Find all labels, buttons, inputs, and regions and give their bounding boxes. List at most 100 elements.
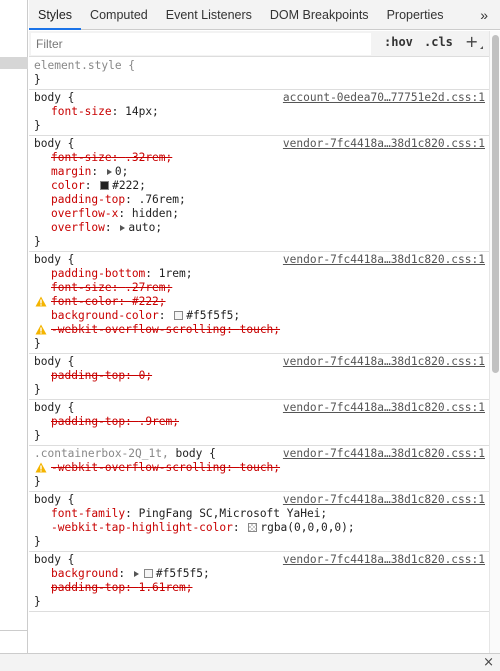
tab-event-listeners[interactable]: Event Listeners (157, 0, 261, 29)
color-swatch[interactable] (100, 181, 110, 190)
rule-source-link[interactable]: vendor-7fc4418a…38d1c820.css:1 (283, 553, 485, 567)
colon: : (226, 323, 240, 336)
css-declaration[interactable]: background: #f5f5f5; (34, 567, 489, 581)
colon: : (118, 567, 132, 580)
css-declaration[interactable]: font-size: .27rem; (34, 281, 489, 295)
color-swatch[interactable] (248, 523, 258, 532)
filter-input[interactable] (31, 33, 371, 55)
class-toggle[interactable]: .cls (424, 35, 453, 49)
property-name[interactable]: padding-top (51, 415, 125, 428)
rule-source-link[interactable]: vendor-7fc4418a…38d1c820.css:1 (283, 401, 485, 415)
property-name[interactable]: -webkit-tap-highlight-color (51, 521, 233, 534)
property-name[interactable]: padding-top (51, 369, 125, 382)
colon: : (111, 105, 126, 118)
rule-source-link[interactable]: vendor-7fc4418a…38d1c820.css:1 (283, 253, 485, 267)
rule-source-link[interactable]: vendor-7fc4418a…38d1c820.css:1 (283, 447, 485, 461)
scrollbar-thumb[interactable] (492, 35, 499, 373)
elements-tree-pane (0, 0, 28, 671)
property-value[interactable]: #f5f5f5; (186, 309, 240, 322)
property-value[interactable]: PingFang SC,Microsoft YaHei; (139, 507, 328, 520)
property-name[interactable]: padding-top (51, 581, 125, 594)
css-declaration[interactable]: font-family: PingFang SC,Microsoft YaHei… (34, 507, 489, 521)
selected-node-row[interactable] (0, 57, 28, 69)
css-declaration[interactable]: margin: 0; (34, 165, 489, 179)
tab-dom-breakpoints[interactable]: DOM Breakpoints (261, 0, 378, 29)
property-name[interactable]: -webkit-overflow-scrolling (51, 323, 226, 336)
rule-selector[interactable]: element.style { (34, 59, 489, 73)
property-name[interactable]: font-family (51, 507, 125, 520)
colon: : (104, 221, 119, 234)
property-value[interactable]: hidden; (132, 207, 179, 220)
css-declaration[interactable]: overflow-x: hidden; (34, 207, 489, 221)
property-value[interactable]: touch; (240, 461, 280, 474)
property-name[interactable]: font-size (51, 281, 112, 294)
property-name[interactable]: margin (51, 165, 91, 178)
property-name[interactable]: background (51, 567, 118, 580)
matched-selector: body { (34, 91, 75, 104)
css-declaration[interactable]: padding-top: 1.61rem; (34, 581, 489, 595)
style-rules-list: element.style {} body {account-0edea70…77… (29, 58, 489, 653)
rule-source-link[interactable]: vendor-7fc4418a…38d1c820.css:1 (283, 493, 485, 507)
color-swatch[interactable] (143, 569, 153, 578)
tab-properties[interactable]: Properties (378, 0, 453, 29)
new-style-rule-button[interactable]: + (465, 32, 484, 51)
property-value[interactable]: .9rem; (139, 415, 179, 428)
property-name[interactable]: color (51, 179, 85, 192)
tab-computed[interactable]: Computed (81, 0, 157, 29)
css-declaration[interactable]: font-size: 14px; (34, 105, 489, 119)
property-value[interactable]: 0; (115, 165, 128, 178)
property-value[interactable]: 1.61rem; (139, 581, 193, 594)
css-declaration[interactable]: background-color: #f5f5f5; (34, 309, 489, 323)
css-declaration[interactable]: padding-top: .76rem; (34, 193, 489, 207)
property-name[interactable]: padding-bottom (51, 267, 145, 280)
css-declaration[interactable]: padding-bottom: 1rem; (34, 267, 489, 281)
property-name[interactable]: padding-top (51, 193, 125, 206)
property-value[interactable]: .27rem; (125, 281, 172, 294)
property-name[interactable]: -webkit-overflow-scrolling (51, 461, 226, 474)
style-rule: body {vendor-7fc4418a…38d1c820.css:1 font… (29, 492, 489, 552)
property-value[interactable]: .76rem; (139, 193, 186, 206)
property-name[interactable]: background-color (51, 309, 159, 322)
css-declaration[interactable]: font-color: #222; (34, 295, 489, 309)
color-swatch[interactable] (174, 311, 184, 320)
property-value[interactable]: rgba(0,0,0,0); (260, 521, 354, 534)
expand-triangle-icon[interactable] (120, 224, 126, 231)
css-declaration[interactable]: color: #222; (34, 179, 489, 193)
css-declaration[interactable]: -webkit-overflow-scrolling: touch; (34, 323, 489, 337)
scrollbar[interactable] (489, 31, 500, 653)
css-declaration[interactable]: padding-top: 0; (34, 369, 489, 383)
css-declaration[interactable]: -webkit-overflow-scrolling: touch; (34, 461, 489, 475)
property-value[interactable]: 0; (139, 369, 152, 382)
property-value[interactable]: .32rem; (125, 151, 172, 164)
property-name[interactable]: font-color (51, 295, 118, 308)
property-name[interactable]: overflow (51, 221, 105, 234)
property-value[interactable]: auto; (128, 221, 162, 234)
colon: : (111, 281, 126, 294)
property-name[interactable]: overflow-x (51, 207, 118, 220)
css-declaration[interactable]: -webkit-tap-highlight-color: rgba(0,0,0,… (34, 521, 489, 535)
css-declaration[interactable]: padding-top: .9rem; (34, 415, 489, 429)
rule-source-link[interactable]: account-0edea70…77751e2d.css:1 (283, 91, 485, 105)
expand-triangle-icon[interactable] (133, 570, 139, 577)
tab-styles[interactable]: Styles (29, 0, 82, 30)
css-declaration[interactable]: overflow: auto; (34, 221, 489, 235)
expand-triangle-icon[interactable] (106, 168, 112, 175)
rule-source-link[interactable]: vendor-7fc4418a…38d1c820.css:1 (283, 355, 485, 369)
property-value[interactable]: #f5f5f5; (156, 567, 210, 580)
css-declaration[interactable]: font-size: .32rem; (34, 151, 489, 165)
style-rule: body {vendor-7fc4418a…38d1c820.css:1 padd… (29, 400, 489, 446)
close-icon[interactable]: × (483, 655, 494, 670)
style-rule: element.style {} (29, 58, 489, 90)
property-value[interactable]: 1rem; (159, 267, 193, 280)
rule-source-link[interactable]: vendor-7fc4418a…38d1c820.css:1 (283, 137, 485, 151)
property-name[interactable]: font-size (51, 151, 112, 164)
colon: : (125, 193, 139, 206)
property-value[interactable]: #222; (112, 179, 146, 192)
property-name[interactable]: font-size (51, 105, 112, 118)
property-value[interactable]: touch; (240, 323, 280, 336)
property-value[interactable]: #222; (132, 295, 166, 308)
hover-state-toggle[interactable]: :hov (384, 35, 413, 49)
rule-close-brace: } (34, 595, 41, 608)
property-value[interactable]: 14px; (125, 105, 159, 118)
more-tabs-chevron-icon[interactable]: » (472, 0, 500, 29)
